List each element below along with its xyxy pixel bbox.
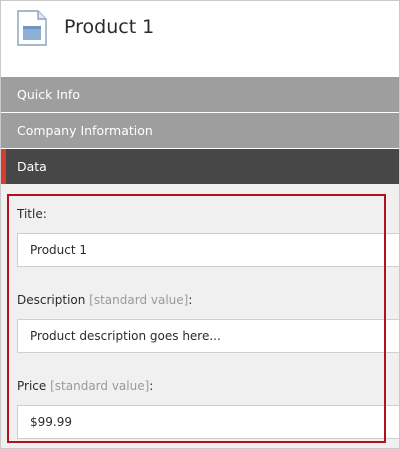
document-icon (17, 10, 47, 46)
title-field-value: Product 1 (30, 243, 88, 257)
section-data[interactable]: Data (1, 149, 399, 184)
description-field-value: Product description goes here... (30, 329, 221, 343)
title-field-label: Title: (17, 207, 47, 221)
price-field-value: $99.99 (30, 415, 72, 429)
standard-value-note: [standard value] (50, 379, 150, 393)
section-quick-info[interactable]: Quick Info (1, 77, 399, 112)
item-header: Product 1 (1, 1, 399, 76)
description-field[interactable]: Product description goes here... (17, 319, 399, 353)
label-suffix: : (188, 293, 193, 307)
description-label-text: Description (17, 293, 86, 307)
description-field-label: Description [standard value]: (17, 293, 192, 307)
price-field-label: Price [standard value]: (17, 379, 153, 393)
section-label: Company Information (17, 123, 153, 138)
section-company-information[interactable]: Company Information (1, 113, 399, 148)
title-label-text: Title: (17, 207, 47, 221)
price-field[interactable]: $99.99 (17, 405, 399, 439)
price-label-text: Price (17, 379, 47, 393)
content-editor-panel: Product 1 Quick Info Company Information… (0, 0, 400, 449)
section-label: Quick Info (17, 87, 80, 102)
label-suffix: : (149, 379, 154, 393)
page-title: Product 1 (64, 16, 155, 38)
data-section-content: Title: Product 1 Description [standard v… (1, 184, 399, 448)
section-label: Data (17, 159, 47, 174)
active-section-indicator (1, 149, 6, 184)
standard-value-note: [standard value] (89, 293, 189, 307)
title-field[interactable]: Product 1 (17, 233, 399, 267)
